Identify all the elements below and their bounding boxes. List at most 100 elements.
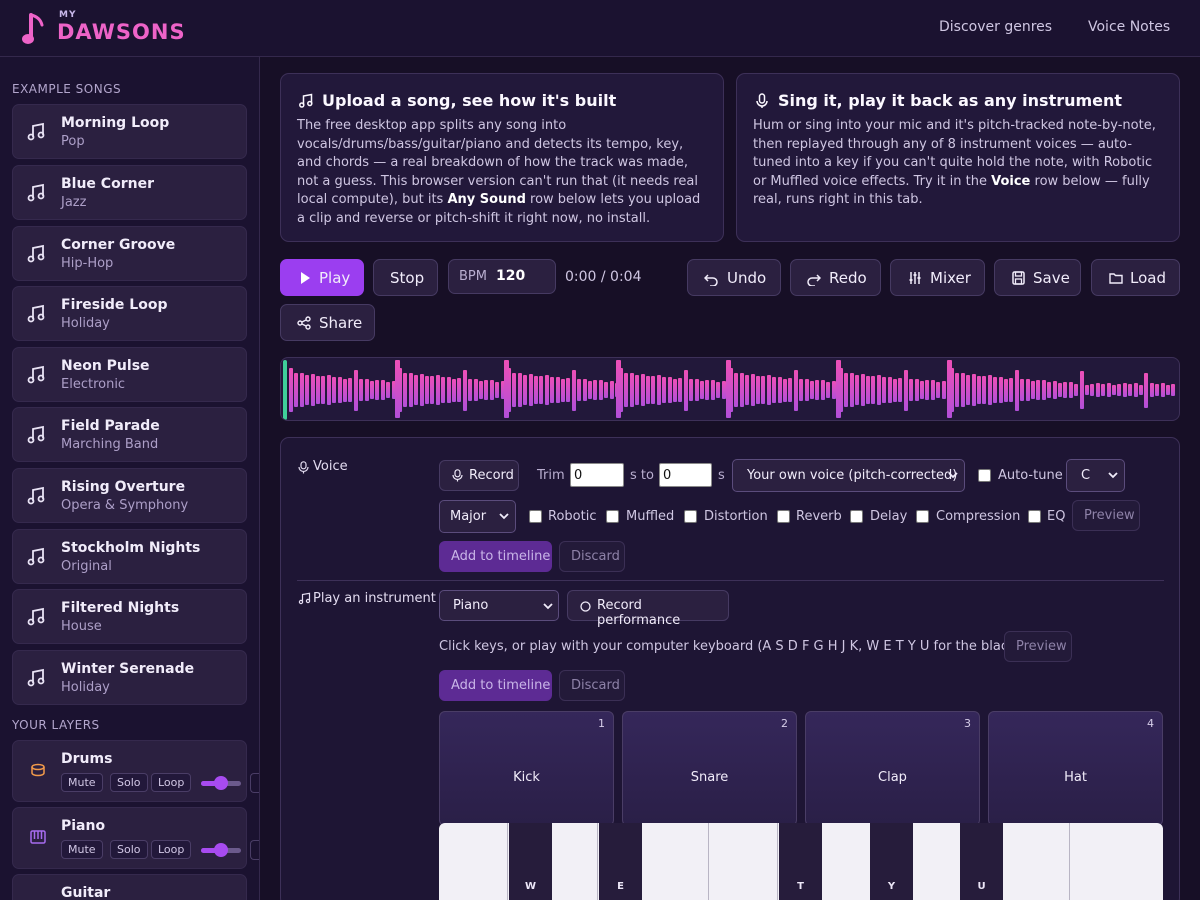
- trim-unit-label: s: [718, 468, 725, 483]
- waveform-bar: [960, 372, 965, 408]
- trim-end-input[interactable]: [659, 463, 712, 487]
- logo-title: DAWSONS: [57, 20, 186, 44]
- waveform-bar: [337, 376, 342, 404]
- bpm-value[interactable]: 120: [496, 268, 525, 284]
- solo-button[interactable]: Solo: [110, 773, 148, 792]
- autotune-checkbox[interactable]: [978, 469, 991, 482]
- black-key-w[interactable]: W: [509, 823, 552, 900]
- song-genre: Original: [61, 559, 112, 574]
- song-item[interactable]: Rising Overture Opera & Symphony: [12, 468, 247, 523]
- record-button[interactable]: Record: [439, 460, 519, 491]
- drum-pad-snare[interactable]: 2 Snare: [622, 711, 797, 826]
- drum-pad-clap[interactable]: 3 Clap: [805, 711, 980, 826]
- waveform-bar: [489, 379, 494, 401]
- song-item[interactable]: Field Parade Marching Band: [12, 407, 247, 462]
- loop-button[interactable]: Loop: [151, 840, 192, 859]
- waveform-bar: [1025, 378, 1030, 402]
- playhead[interactable]: [283, 360, 287, 420]
- sing-info-card: Sing it, play it back as any instrument …: [736, 73, 1180, 242]
- waveform-bar: [479, 380, 483, 400]
- waveform-bar: [860, 374, 865, 406]
- black-key-t[interactable]: T: [779, 823, 822, 900]
- white-key[interactable]: [999, 823, 1070, 900]
- nav-voice-notes[interactable]: Voice Notes: [1088, 19, 1170, 35]
- black-key-e[interactable]: E: [599, 823, 642, 900]
- reverb-checkbox[interactable]: [777, 510, 790, 523]
- undo-button[interactable]: Undo: [687, 259, 781, 296]
- eq-checkbox[interactable]: [1028, 510, 1041, 523]
- muffled-checkbox[interactable]: [606, 510, 619, 523]
- loop-button[interactable]: Loop: [151, 773, 192, 792]
- waveform-bar: [941, 381, 946, 399]
- redo-button[interactable]: Redo: [790, 259, 881, 296]
- autotune-label: Auto-tune: [998, 468, 1063, 483]
- voice-discard-button[interactable]: Discard: [559, 541, 625, 572]
- mixer-button[interactable]: Mixer: [890, 259, 985, 296]
- instrument-select[interactable]: Piano: [439, 590, 559, 621]
- instrument-preview-button[interactable]: Preview: [1004, 631, 1072, 662]
- waveform-bar: [947, 360, 952, 418]
- song-item[interactable]: Fireside Loop Holiday: [12, 286, 247, 341]
- solo-button[interactable]: Solo: [110, 840, 148, 859]
- song-item[interactable]: Neon Pulse Electronic: [12, 347, 247, 402]
- stop-button[interactable]: Stop: [373, 259, 438, 296]
- volume-slider-knob[interactable]: [214, 843, 228, 857]
- bpm-field[interactable]: BPM 120: [448, 259, 556, 294]
- voice-preview-button[interactable]: Preview: [1072, 500, 1140, 531]
- waveform-bar: [419, 374, 424, 406]
- song-item[interactable]: Winter Serenade Holiday: [12, 650, 247, 705]
- compression-checkbox[interactable]: [916, 510, 929, 523]
- waveform-timeline[interactable]: [280, 357, 1180, 421]
- piano-icon: [30, 830, 46, 844]
- waveform-bar: [1144, 372, 1149, 408]
- save-button[interactable]: Save: [994, 259, 1081, 296]
- song-title: Stockholm Nights: [61, 540, 201, 556]
- song-item[interactable]: Filtered Nights House: [12, 589, 247, 644]
- robotic-checkbox[interactable]: [529, 510, 542, 523]
- song-item[interactable]: Blue Corner Jazz: [12, 165, 247, 220]
- trim-start-input[interactable]: [570, 463, 624, 487]
- voice-add-to-timeline-button[interactable]: Add to timeline: [439, 541, 552, 572]
- white-key[interactable]: [439, 823, 508, 900]
- voice-select[interactable]: Your own voice (pitch-corrected): [732, 459, 965, 492]
- your-layers-heading: YOUR LAYERS: [12, 718, 100, 732]
- delay-checkbox[interactable]: [850, 510, 863, 523]
- waveform-bar: [1031, 380, 1035, 400]
- share-button[interactable]: Share: [280, 304, 375, 341]
- waveform-bar: [799, 379, 804, 401]
- waveform-bar: [1160, 383, 1165, 397]
- instrument-discard-button[interactable]: Discard: [559, 670, 625, 701]
- layer-extra-control[interactable]: [250, 773, 259, 793]
- music-note-icon: [27, 668, 45, 687]
- layer-extra-control[interactable]: [250, 840, 259, 860]
- mute-button[interactable]: Mute: [61, 773, 103, 792]
- load-button[interactable]: Load: [1091, 259, 1180, 296]
- black-key-u[interactable]: U: [960, 823, 1003, 900]
- waveform-bar: [831, 381, 836, 399]
- app-logo[interactable]: MY DAWSONS: [20, 9, 185, 49]
- drum-pad-hat[interactable]: 4 Hat: [988, 711, 1163, 826]
- instrument-add-to-timeline-button[interactable]: Add to timeline: [439, 670, 552, 701]
- undo-icon: [704, 274, 718, 286]
- drum-pad-kick[interactable]: 1 Kick: [439, 711, 614, 826]
- white-key[interactable]: [709, 823, 778, 900]
- white-key[interactable]: [1070, 823, 1163, 900]
- distortion-checkbox[interactable]: [684, 510, 697, 523]
- waveform-bar: [1036, 380, 1041, 400]
- layer-name: Drums: [61, 751, 113, 767]
- song-item[interactable]: Stockholm Nights Original: [12, 529, 247, 584]
- song-item[interactable]: Corner Groove Hip-Hop: [12, 226, 247, 281]
- key-select[interactable]: C: [1066, 459, 1125, 492]
- pad-number: 1: [598, 717, 605, 730]
- volume-slider-knob[interactable]: [214, 776, 228, 790]
- play-button[interactable]: Play: [280, 259, 364, 296]
- sing-card-body: Hum or sing into your mic and it's pitch…: [753, 118, 1156, 208]
- waveform-bar: [598, 379, 603, 401]
- song-item[interactable]: Morning Loop Pop: [12, 104, 247, 159]
- mute-button[interactable]: Mute: [61, 840, 103, 859]
- waveform-bar: [815, 380, 820, 400]
- record-performance-button[interactable]: Record performance: [567, 590, 729, 628]
- scale-select[interactable]: Major: [439, 500, 516, 533]
- black-key-y[interactable]: Y: [870, 823, 913, 900]
- nav-discover-genres[interactable]: Discover genres: [939, 19, 1052, 35]
